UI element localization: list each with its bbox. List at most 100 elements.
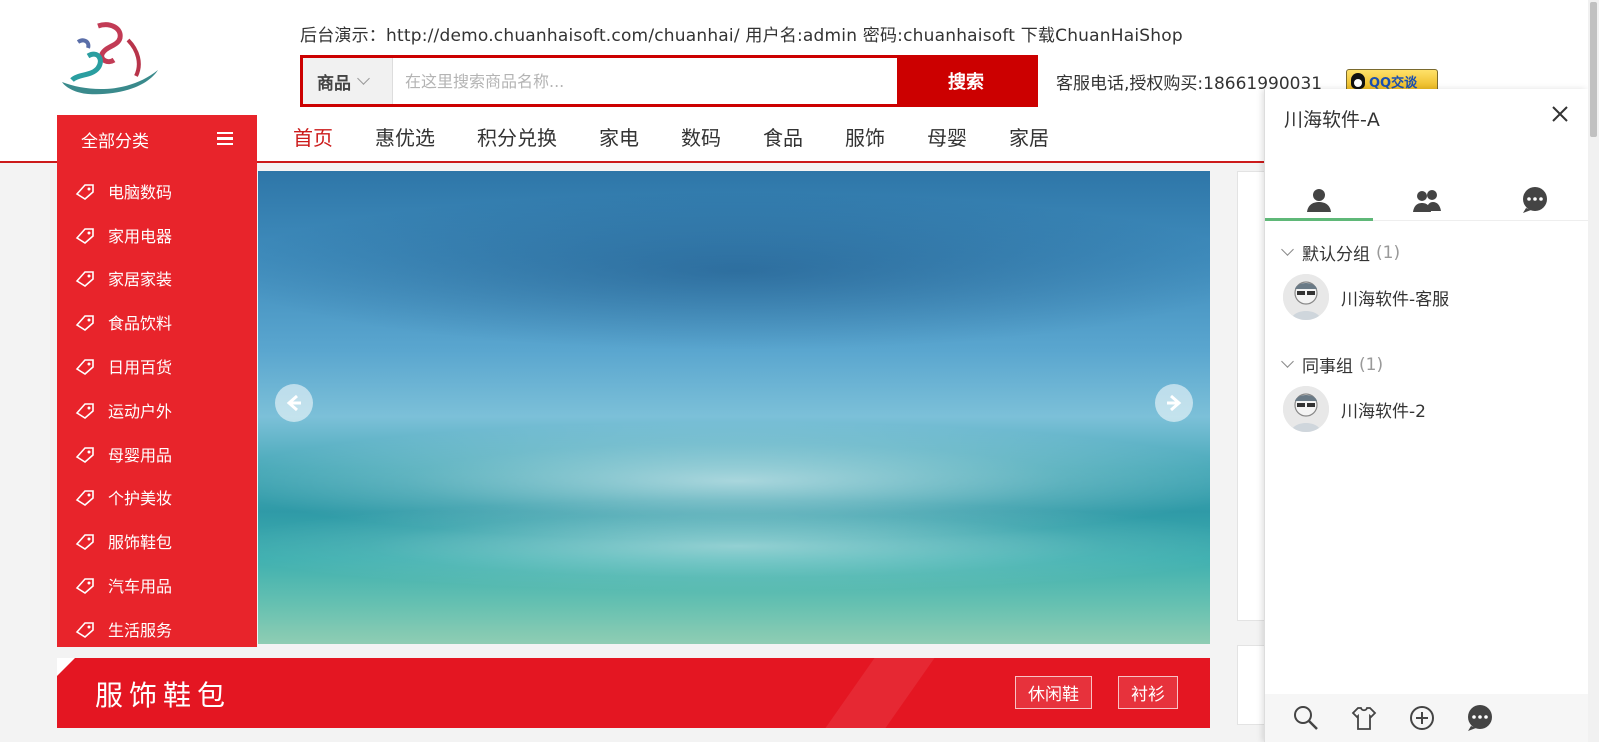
- nav-item-home[interactable]: 首页: [293, 122, 333, 151]
- main-nav: 首页 惠优选 积分兑换 家电 数码 食品 服饰 母婴 家居: [293, 122, 1091, 151]
- qq-chat-label: QQ交谈: [1369, 75, 1418, 91]
- nav-item-digital[interactable]: 数码: [681, 122, 721, 151]
- nav-item-deals[interactable]: 惠优选: [375, 122, 435, 151]
- all-categories-button[interactable]: 全部分类: [57, 115, 257, 163]
- contact-item[interactable]: 川海软件-客服: [1283, 274, 1449, 320]
- group-count: (1): [1359, 354, 1384, 375]
- group-name: 默认分组: [1302, 245, 1370, 265]
- category-item[interactable]: 家用电器: [57, 213, 257, 257]
- contact-name: 川海软件-客服: [1341, 289, 1450, 310]
- search-category-label: 商品: [317, 73, 351, 94]
- section-stripe: [825, 658, 935, 728]
- menu-icon: [217, 132, 233, 146]
- scroll-thumb[interactable]: [1590, 2, 1597, 137]
- search-input[interactable]: [393, 58, 897, 104]
- arrow-right-icon: [1167, 394, 1182, 412]
- skin-icon[interactable]: [1349, 703, 1379, 733]
- banner-next-button[interactable]: [1155, 384, 1193, 422]
- chat-tabs: [1265, 179, 1589, 221]
- category-label: 日用百货: [108, 358, 173, 378]
- tag-icon: [75, 227, 94, 244]
- message-icon[interactable]: [1465, 703, 1495, 733]
- category-label: 食品饮料: [108, 314, 173, 334]
- chat-bubble-icon: [1523, 186, 1547, 213]
- contact-name: 川海软件-2: [1341, 401, 1426, 422]
- category-label: 电脑数码: [108, 182, 173, 202]
- chevron-down-icon: [1281, 243, 1294, 256]
- category-item[interactable]: 汽车用品: [57, 563, 257, 607]
- nav-item-points[interactable]: 积分兑换: [477, 122, 557, 151]
- tag-icon: [75, 446, 94, 463]
- nav-item-home-living[interactable]: 家居: [1009, 122, 1049, 151]
- chat-toolbar: [1265, 694, 1589, 742]
- category-list: 电脑数码 家用电器 家居家装 食品饮料 日用百货 运动户外 母婴用品 个护美妆 …: [57, 163, 257, 647]
- category-label: 生活服务: [108, 620, 173, 640]
- group-name: 同事组: [1302, 357, 1353, 377]
- section-bar-apparel: 服饰鞋包 休闲鞋 衬衫: [57, 658, 1210, 728]
- tag-icon: [75, 184, 94, 200]
- user-icon: [1307, 188, 1331, 212]
- search-bar: 商品 搜索: [300, 55, 1038, 107]
- chevron-down-icon: [1281, 355, 1294, 368]
- chat-title: 川海软件-A: [1284, 109, 1380, 131]
- all-categories-label: 全部分类: [81, 131, 149, 152]
- search-button[interactable]: 搜索: [897, 58, 1035, 104]
- tab-groups[interactable]: [1373, 179, 1481, 220]
- section-title: 服饰鞋包: [95, 679, 232, 712]
- search-category-select[interactable]: 商品: [303, 58, 393, 104]
- category-label: 服饰鞋包: [108, 533, 173, 553]
- tag-icon: [75, 359, 94, 376]
- nav-item-food[interactable]: 食品: [763, 122, 803, 151]
- section-tag[interactable]: 衬衫: [1118, 676, 1178, 709]
- category-item[interactable]: 个护美妆: [57, 476, 257, 520]
- group-header[interactable]: 同事组 (1): [1281, 352, 1384, 377]
- hero-banner[interactable]: [258, 171, 1210, 644]
- logo-icon[interactable]: [58, 20, 162, 96]
- category-label: 运动户外: [108, 401, 173, 421]
- category-item[interactable]: 食品饮料: [57, 300, 257, 344]
- tag-icon: [75, 534, 94, 551]
- group-icon: [1413, 189, 1441, 212]
- avatar: [1283, 386, 1329, 432]
- category-item[interactable]: 运动户外: [57, 388, 257, 432]
- tab-history[interactable]: [1481, 179, 1589, 220]
- page: 后台演示：http://demo.chuanhaisoft.com/chuanh…: [0, 0, 1599, 742]
- category-item[interactable]: 母婴用品: [57, 432, 257, 476]
- header-notice: 后台演示：http://demo.chuanhaisoft.com/chuanh…: [300, 26, 1183, 46]
- category-item[interactable]: 生活服务: [57, 607, 257, 651]
- section-tag[interactable]: 休闲鞋: [1015, 676, 1092, 709]
- group-count: (1): [1376, 242, 1401, 263]
- page-scrollbar[interactable]: [1588, 0, 1599, 742]
- nav-item-appliances[interactable]: 家电: [599, 122, 639, 151]
- avatar: [1283, 274, 1329, 320]
- tag-icon: [75, 403, 94, 419]
- category-item[interactable]: 服饰鞋包: [57, 519, 257, 563]
- category-item[interactable]: 日用百货: [57, 344, 257, 388]
- tag-icon: [75, 315, 94, 332]
- nav-item-apparel[interactable]: 服饰: [845, 122, 885, 151]
- category-label: 家用电器: [108, 226, 173, 246]
- tag-icon: [75, 622, 94, 638]
- contact-item[interactable]: 川海软件-2: [1283, 386, 1426, 432]
- banner-wave: [258, 501, 1210, 591]
- chat-panel: 川海软件-A 默认分组 (1) 川海软件-客服 同事组 (1) 川海软件-2: [1264, 89, 1589, 742]
- search-icon[interactable]: [1291, 703, 1321, 733]
- close-icon[interactable]: [1550, 104, 1570, 124]
- tag-icon: [75, 578, 94, 595]
- tab-friends[interactable]: [1265, 179, 1373, 221]
- contact-list: 默认分组 (1) 川海软件-客服 同事组 (1) 川海软件-2: [1265, 222, 1589, 682]
- category-item[interactable]: 家居家装: [57, 257, 257, 301]
- category-label: 家居家装: [108, 270, 173, 290]
- add-icon[interactable]: [1407, 703, 1437, 733]
- nav-item-baby[interactable]: 母婴: [927, 122, 967, 151]
- qq-penguin-icon: [1351, 73, 1365, 89]
- category-item[interactable]: 电脑数码: [57, 169, 257, 213]
- chevron-down-icon: [357, 72, 370, 85]
- category-label: 母婴用品: [108, 445, 173, 465]
- category-label: 汽车用品: [108, 577, 173, 597]
- tag-icon: [75, 271, 94, 288]
- banner-wave: [258, 191, 1210, 351]
- banner-prev-button[interactable]: [275, 384, 313, 422]
- group-header[interactable]: 默认分组 (1): [1281, 240, 1401, 265]
- tag-icon: [75, 490, 94, 507]
